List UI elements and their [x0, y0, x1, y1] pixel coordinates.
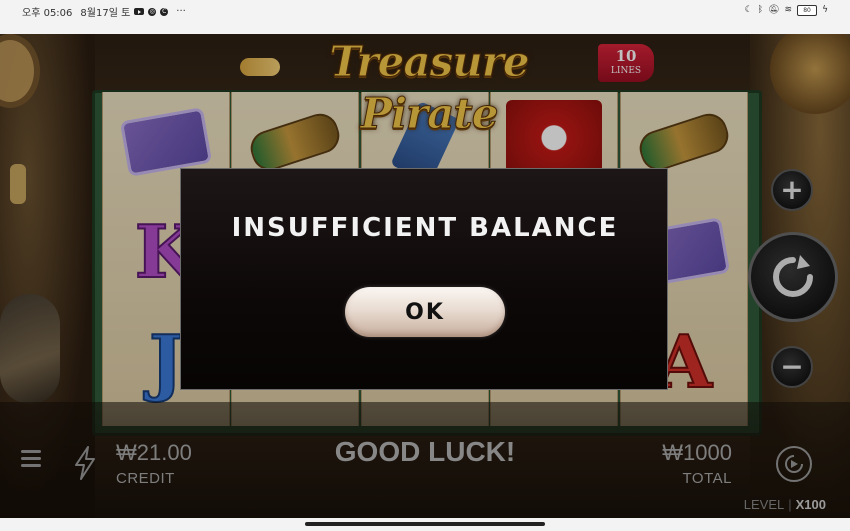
status-date: 8월17일 토: [80, 8, 131, 19]
battery-icon: 80: [797, 4, 818, 16]
battery-level: 80: [803, 6, 811, 14]
bluetooth-icon: ᛒ: [757, 5, 764, 15]
mute-icon: 🔕︎: [768, 5, 780, 15]
status-bar: 오후 05:06 8월17일 토 ◎ C ··· ☾ ᛒ 🔕︎ ≋ 80 ϟ: [0, 0, 850, 22]
status-left: 오후 05:06 8월17일 토 ◎ C ···: [22, 4, 186, 19]
circle-c-icon: C: [160, 7, 169, 16]
insufficient-balance-dialog: INSUFFICIENT BALANCE OK: [180, 168, 668, 390]
navigation-bar: [0, 518, 850, 531]
wifi-icon: ≋: [784, 5, 793, 15]
more-notifications-icon: ···: [176, 6, 186, 17]
moon-icon: ☾: [744, 5, 753, 15]
youtube-icon: [134, 8, 145, 15]
dialog-message: INSUFFICIENT BALANCE: [231, 213, 619, 243]
home-gesture-handle[interactable]: [305, 522, 545, 526]
charging-icon: ϟ: [822, 5, 828, 15]
ok-button[interactable]: OK: [345, 287, 505, 337]
status-time: 오후 05:06: [22, 8, 73, 19]
status-right: ☾ ᛒ 🔕︎ ≋ 80 ϟ: [745, 4, 828, 16]
circle-o-icon: ◎: [148, 7, 157, 16]
